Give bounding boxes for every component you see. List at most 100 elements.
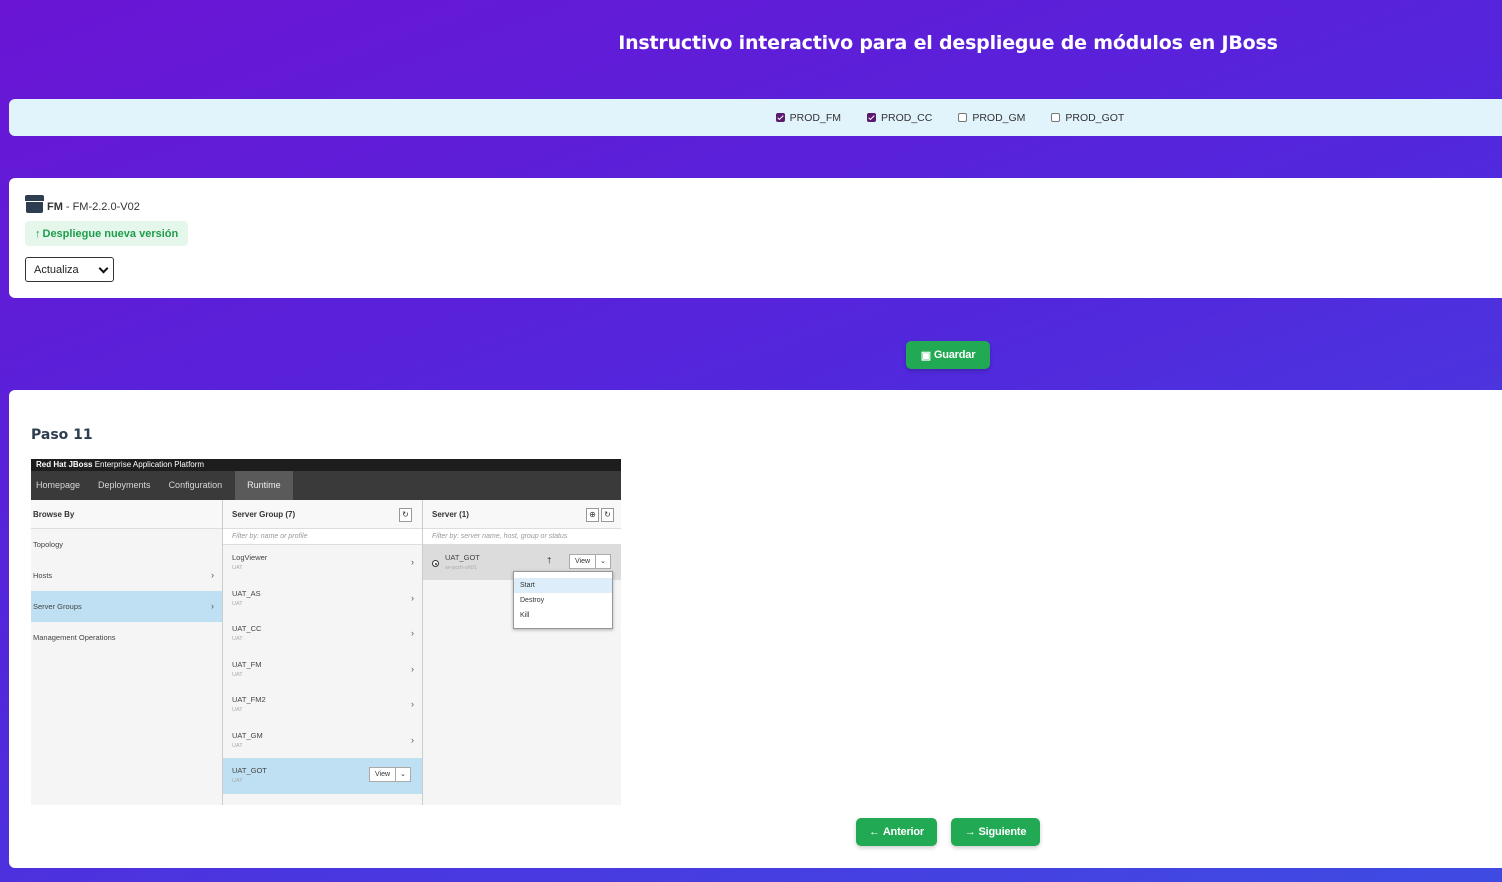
env-label: PROD_GM (972, 111, 1026, 124)
server-group-column: Server Group (7) ↻ Filter by: name or pro… (223, 500, 423, 805)
group-name: UAT_FM2 (232, 695, 266, 704)
deploy-status-badge: ↑ Despliegue nueva versión (25, 221, 189, 246)
arrow-up-icon: ↑ (35, 227, 41, 240)
checkbox-checked-icon[interactable] (866, 113, 876, 122)
deploy-label: Despliegue nueva versión (42, 227, 179, 240)
server-header: Server (1) ⊕ ↻ (423, 500, 621, 529)
group-profile: UAT (232, 636, 243, 642)
nav-deployments: Deployments (98, 480, 151, 490)
chevron-right-icon: › (411, 592, 414, 603)
chevron-down-icon: ⌄ (595, 554, 611, 569)
server-group-item: UAT_GM UAT › (223, 723, 422, 759)
server-group-header-label: Server Group (7) (232, 510, 296, 519)
module-version: FM-2.2.0-V02 (72, 201, 140, 213)
chevron-down-icon (98, 263, 109, 274)
group-name: UAT_AS (232, 588, 261, 598)
group-name: UAT_FM (232, 659, 262, 669)
server-group-header: Server Group (7) ↻ (223, 500, 422, 529)
jboss-nav: Homepage Deployments Configuration Runti… (31, 471, 621, 500)
view-button: View (569, 554, 597, 569)
group-name: LogViewer (232, 553, 268, 562)
box-icon (25, 195, 44, 213)
browse-item: Topology (31, 529, 222, 560)
env-checkbox-prod-cc[interactable]: PROD_CC (866, 111, 933, 124)
checkbox-unchecked-icon[interactable] (1051, 113, 1061, 122)
env-label: PROD_FM (789, 111, 841, 124)
group-profile: UAT (232, 707, 243, 713)
view-label: View (575, 558, 591, 565)
module-card: FM - FM-2.2.0-V02 ↑ Despliegue nueva vers… (9, 178, 1502, 298)
chevron-right-icon: › (411, 557, 414, 567)
group-name: UAT_GM (232, 730, 263, 740)
group-name: UAT_CC (232, 624, 262, 633)
server-filter: Filter by: server name, host, group or s… (423, 529, 621, 545)
server-group-filter: Filter by: name or profile (223, 529, 422, 545)
server-header-label: Server (1) (432, 510, 469, 519)
server-group-item: UAT_FM2 UAT › (223, 687, 422, 723)
browse-item-label: Hosts (33, 571, 53, 580)
menu-item-destroy: Destroy (520, 597, 545, 604)
browse-header: Browse By (31, 500, 222, 529)
step-card: Paso 11 Red Hat JBoss Enterprise Applica… (9, 390, 1502, 868)
checkbox-unchecked-icon[interactable] (958, 113, 968, 122)
server-group-item: UAT_AS UAT › (223, 581, 422, 617)
browse-column: Browse By Topology Hosts › Server Groups ›… (31, 500, 223, 805)
step-title: Paso 11 (31, 427, 93, 443)
chevron-down-icon: ⌄ (395, 767, 411, 782)
previous-button[interactable]: ← Anterior (856, 818, 937, 846)
chevron-right-icon: › (411, 628, 414, 638)
env-label: PROD_CC (880, 111, 933, 124)
server-group-item: UAT_FM UAT › (223, 652, 422, 688)
server-action-menu: Start Destroy Kill (513, 571, 613, 629)
page-title: Instructivo interactivo para el desplieg… (618, 32, 1278, 54)
env-checkbox-prod-got[interactable]: PROD_GOT (1051, 112, 1124, 124)
env-checkbox-prod-gm[interactable]: PROD_GM (958, 112, 1025, 124)
arrow-right-icon: → (964, 826, 976, 838)
browse-item-label: Server Groups (33, 602, 82, 611)
refresh-icon: ↻ (399, 508, 412, 522)
group-profile: UAT (232, 600, 243, 607)
chevron-right-icon: › (211, 570, 214, 580)
chevron-right-icon: › (211, 601, 214, 611)
browse-item: Management Operations (31, 622, 222, 653)
menu-item-kill: Kill (520, 612, 530, 619)
floppy-disk-icon: ▣ (920, 349, 931, 362)
nav-runtime: Runtime (235, 471, 293, 500)
browse-item: Hosts › (31, 560, 222, 591)
save-label: Guardar (933, 349, 976, 361)
checkbox-checked-icon[interactable] (775, 113, 785, 122)
server-group-item: LogViewer UAT › (223, 545, 422, 581)
server-group-item: UAT_CC UAT › (223, 616, 422, 652)
nav-homepage: Homepage (36, 480, 81, 490)
brand-rest: Enterprise Application Platform (92, 460, 205, 469)
brand-bold: Red Hat JBoss (36, 460, 93, 469)
action-select[interactable]: Actualiza (25, 257, 114, 282)
view-button: View (369, 767, 397, 782)
server-group-item: UAT_GOT UAT View ⌄ (223, 758, 422, 794)
save-button[interactable]: ▣ Guardar (906, 341, 990, 369)
chevron-right-icon: › (411, 663, 414, 674)
next-button[interactable]: → Siguiente (951, 818, 1040, 846)
browse-item-label: Management Operations (33, 633, 116, 642)
module-header: FM - FM-2.2.0-V02 (25, 195, 140, 213)
previous-label: Anterior (882, 826, 924, 838)
add-circle-icon: ⊕ (586, 508, 599, 522)
arrow-left-icon: ← (869, 826, 880, 838)
jboss-brand-bar: Red Hat JBoss Enterprise Application Pla… (31, 459, 621, 471)
group-profile: UAT (232, 565, 243, 571)
group-profile: UAT (232, 671, 243, 678)
env-label: PROD_GOT (1065, 111, 1125, 124)
chevron-right-icon: › (411, 699, 414, 709)
step-screenshot: Red Hat JBoss Enterprise Application Pla… (31, 459, 621, 805)
chevron-right-icon: › (411, 734, 414, 745)
browse-item: Server Groups › (31, 591, 222, 622)
view-label: View (375, 771, 391, 778)
menu-item-start: Start (514, 578, 612, 593)
action-select-value: Actualiza (34, 263, 79, 276)
nav-configuration: Configuration (168, 480, 223, 490)
server-status-icon (432, 560, 439, 567)
module-separator: - (65, 201, 70, 213)
browse-item-label: Topology (33, 540, 64, 549)
module-name: FM (47, 201, 63, 213)
env-checkbox-prod-fm[interactable]: PROD_FM (775, 111, 841, 124)
